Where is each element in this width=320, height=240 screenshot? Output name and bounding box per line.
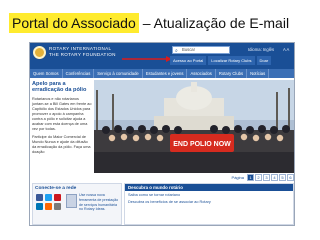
- search-placeholder: Buscar: [182, 47, 196, 52]
- pager-label: Página: [231, 175, 244, 180]
- slide: Portal do Associado – Atualização de E-m…: [0, 0, 320, 240]
- story-body: Rotarianos e não rotarianos juntam-se a …: [32, 96, 92, 131]
- capitol-group-photo[interactable]: END POLIO NOW: [94, 80, 294, 173]
- nav-item[interactable]: Conferências: [63, 69, 95, 78]
- discover-link[interactable]: Saiba como se tornar rotariano: [125, 191, 293, 198]
- nav-item[interactable]: Notícias: [247, 69, 270, 78]
- app-icon[interactable]: [66, 194, 77, 208]
- page-button[interactable]: 4: [271, 174, 278, 181]
- logo-line-2: THE ROTARY FOUNDATION: [49, 52, 116, 57]
- nav-item[interactable]: Serviço à comunidade: [94, 69, 143, 78]
- red-arrow: [122, 56, 172, 62]
- donate-link[interactable]: Doar: [256, 56, 272, 65]
- discover-link[interactable]: Descubra os benefícios de se associar ao…: [125, 198, 293, 205]
- email-icon[interactable]: [54, 203, 61, 210]
- nav-item[interactable]: Estudantes e jovens: [143, 69, 188, 78]
- nav-item[interactable]: Associados: [187, 69, 216, 78]
- site-logo-text[interactable]: ROTARY INTERNATIONAL THE ROTARY FOUNDATI…: [49, 46, 116, 58]
- twitter-icon[interactable]: [45, 194, 52, 201]
- app-promo-text[interactable]: Use nossa nova ferramenta de prestação d…: [79, 193, 121, 212]
- find-club-link[interactable]: Localizar Rotary Clubs: [208, 56, 255, 65]
- text-size-link[interactable]: A A: [283, 47, 289, 52]
- facebook-icon[interactable]: [36, 194, 43, 201]
- sub-navigation: Acesso ao Portal Localizar Rotary Clubs …: [170, 56, 272, 65]
- language-link[interactable]: Idioma: Inglês: [248, 47, 274, 52]
- nav-item[interactable]: Rotary Clubs: [216, 69, 248, 78]
- page-button[interactable]: 3: [263, 174, 270, 181]
- featured-story: Apelo para a erradicação da pólio Rotari…: [32, 81, 92, 181]
- story-cta[interactable]: Participe do Maior Comercial de Mundo Nu…: [32, 135, 92, 155]
- connect-panel: Conecte-se a rede Use nossa nova ferrame…: [32, 183, 122, 225]
- social-icons: [36, 194, 61, 210]
- linkedin-icon[interactable]: [36, 203, 43, 210]
- main-nav: Quem Somos Conferências Serviço à comuni…: [30, 69, 294, 78]
- slideshow-pager: Página 1 2 3 4 5 6: [94, 174, 294, 181]
- story-title[interactable]: Apelo para a erradicação da pólio: [32, 81, 92, 94]
- page-button[interactable]: 5: [279, 174, 286, 181]
- nav-item[interactable]: Quem Somos: [30, 69, 63, 78]
- discover-panel: Descubra o mundo rotário Saiba como se t…: [124, 183, 294, 225]
- search-input[interactable]: ⌕ Buscar: [172, 46, 230, 54]
- discover-title: Descubra o mundo rotário: [125, 184, 293, 191]
- rotary-wheel-icon[interactable]: [33, 46, 46, 59]
- slide-title: Portal do Associado – Atualização de E-m…: [9, 10, 289, 36]
- website-screenshot: ROTARY INTERNATIONAL THE ROTARY FOUNDATI…: [29, 42, 295, 226]
- rss-icon[interactable]: [45, 203, 52, 210]
- page-button[interactable]: 2: [255, 174, 262, 181]
- youtube-icon[interactable]: [54, 194, 61, 201]
- connect-title: Conecte-se a rede: [35, 186, 77, 191]
- page-button[interactable]: 6: [287, 174, 294, 181]
- title-rest: – Atualização de E-mail: [142, 15, 290, 31]
- title-highlight: Portal do Associado: [9, 13, 139, 33]
- site-header: ROTARY INTERNATIONAL THE ROTARY FOUNDATI…: [30, 43, 294, 69]
- portal-access-link[interactable]: Acesso ao Portal: [170, 56, 207, 65]
- page-button[interactable]: 1: [247, 174, 254, 181]
- search-icon: ⌕: [175, 48, 178, 54]
- banner-text: END POLIO NOW: [173, 141, 231, 148]
